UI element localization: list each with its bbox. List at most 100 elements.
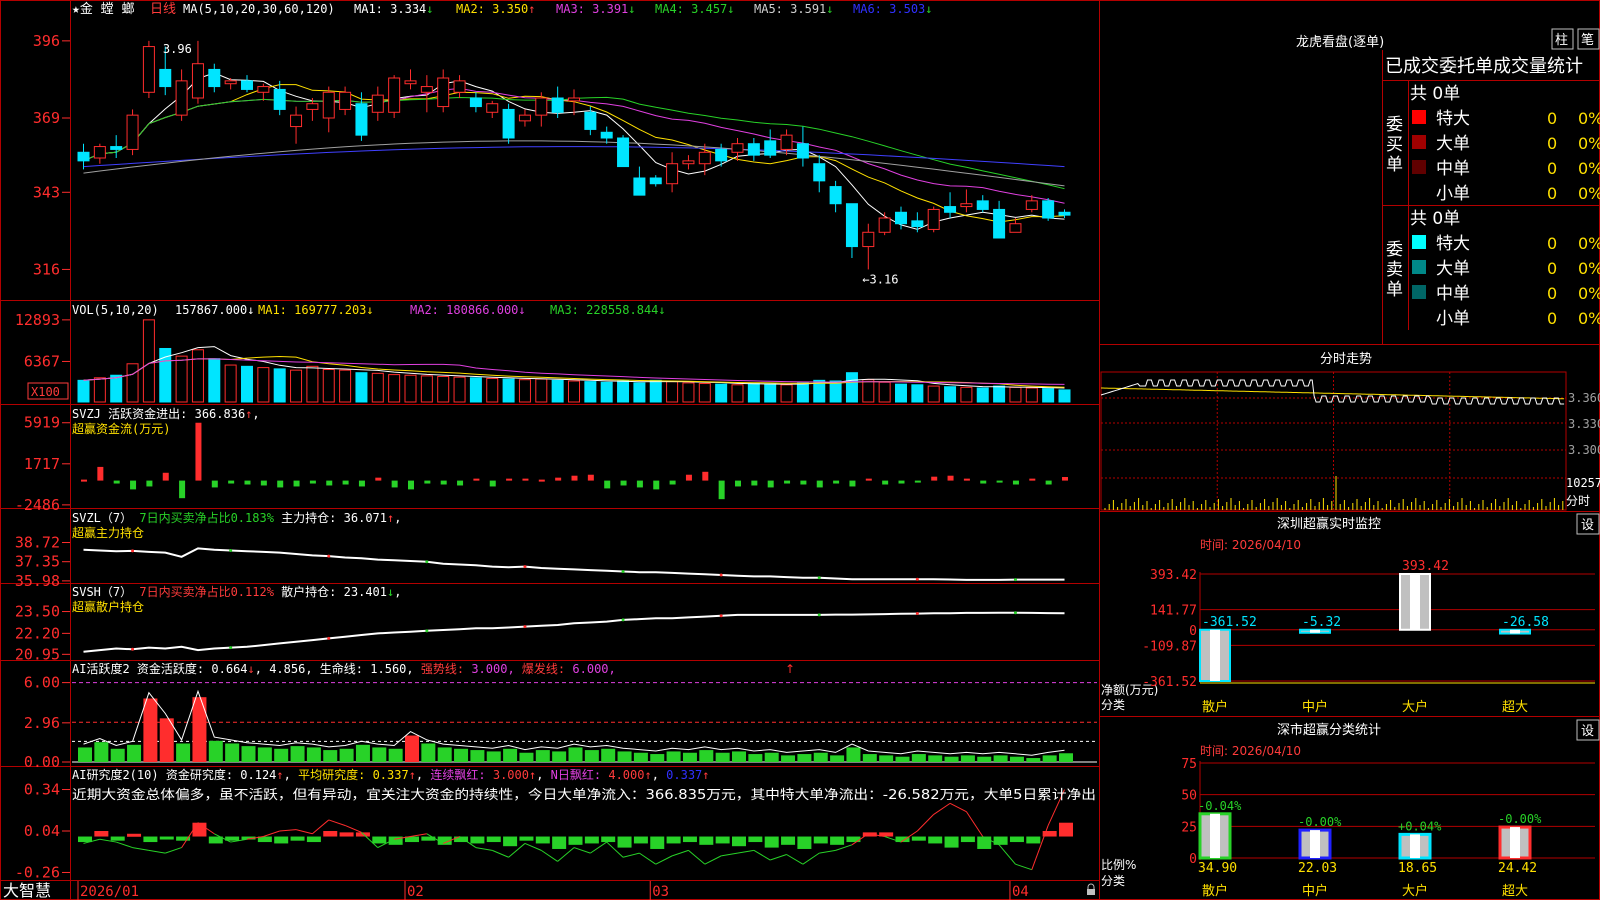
ai1-bar [633, 752, 648, 762]
ai1-bar [1042, 755, 1057, 762]
candle [126, 114, 139, 150]
volume-bar [976, 387, 989, 403]
classify-category: 超大 [1502, 884, 1528, 899]
intraday-avg-line [1101, 387, 1565, 400]
volume-bar [715, 383, 728, 403]
candle [93, 146, 106, 159]
candle [993, 208, 1006, 239]
ai2-line-seg [295, 829, 313, 835]
candle [486, 103, 499, 113]
candle [813, 163, 826, 182]
ma5-text: MA5: 3.591↓ [754, 2, 834, 16]
volume-bar [77, 379, 90, 403]
price-tick-label: 316 [33, 260, 60, 278]
volume-bar [306, 365, 319, 403]
sell-label-char: 单 [1386, 280, 1403, 300]
candle [159, 68, 172, 88]
volume-panel[interactable]: 12893 6367 [15, 311, 1071, 403]
classify-tick: 50 [1181, 789, 1197, 804]
ai1-bar [830, 755, 845, 762]
ai1-bar [274, 748, 289, 762]
svzj-bar [980, 480, 987, 484]
vol-ma1: MA1: 169777.203↓ [258, 303, 374, 317]
volume-bar [1042, 388, 1055, 403]
candle [551, 97, 564, 113]
classify-chart[interactable]: 75 50 25 0 -0.04% 34.90 散户 -0.00% 22.03 中户 +0.04% 1… [1181, 757, 1595, 899]
svzj-bar [833, 480, 840, 484]
ai2-line-seg [916, 814, 935, 832]
ai2-line-seg [557, 847, 575, 862]
ai2-bar [94, 831, 109, 837]
sell-label-char: 委 [1386, 240, 1403, 260]
svzl-dot [719, 573, 723, 577]
ai1-bar [911, 754, 926, 762]
ai2-line-seg [639, 852, 657, 865]
ma-params: MA(5,10,20,30,60,120) [183, 2, 335, 16]
ai1-bar [437, 747, 452, 762]
classify-settings-button[interactable]: 设 [1576, 719, 1600, 741]
ai1-bar [879, 755, 894, 762]
sell-row-name: 特大 [1436, 234, 1470, 254]
period-label: 日线 [150, 2, 176, 17]
ai2-bar [1009, 836, 1024, 843]
ai2-line-seg [116, 841, 133, 849]
candle [142, 46, 155, 93]
candle [878, 217, 891, 233]
ai2-line-seg [802, 852, 820, 865]
svzj-bar [653, 480, 660, 490]
ai2-bar [797, 836, 812, 849]
candle [633, 177, 646, 196]
tick-mode-button[interactable]: 笔 [1577, 28, 1600, 50]
volume-bar [862, 379, 875, 403]
svzj-bar [81, 479, 87, 482]
ma1-text: MA1: 3.334↓ [354, 2, 434, 16]
classify-value-label: 34.90 [1198, 861, 1237, 876]
ai1-tick-label: 0.00 [24, 753, 60, 771]
stock-chart-canvas[interactable]: ★金 螳 螂 日线 MA(5,10,20,30,60,120) MA1: 3.3… [0, 0, 1600, 900]
bar-mode-button[interactable]: 柱 [1551, 28, 1574, 50]
ai2-bar [339, 832, 354, 837]
ai1-bar [405, 735, 419, 762]
svzj-panel[interactable]: 5919 1717 -2486 [15, 414, 1068, 514]
lock-icon[interactable] [1087, 883, 1095, 895]
vol-title: VOL(5,10,20) [72, 303, 159, 317]
ma6-text: MA6: 3.503↓ [853, 2, 933, 16]
svzj-bar [816, 480, 823, 488]
candle [535, 97, 548, 116]
monitor-value-label: -361.52 [1202, 615, 1257, 630]
candle [1009, 223, 1022, 233]
sell-row-name: 大单 [1436, 259, 1470, 279]
candle [208, 68, 221, 88]
svzj-bar [113, 480, 120, 484]
ai-active-panel[interactable]: 6.00 2.96 0.00 ↑ [24, 662, 1097, 771]
svsh-panel[interactable]: 23.50 22.20 20.95 [15, 603, 1065, 664]
ai2-bar [764, 836, 779, 848]
ai1-bar [715, 752, 730, 762]
buy-row-pct: 0% [1578, 184, 1600, 203]
buy-row-count: 0 [1547, 159, 1557, 178]
ai2-bar [830, 836, 845, 845]
kline-panel[interactable]: 396 369 343 316 3.96 ←3.16 [33, 32, 1071, 287]
ai1-bar [813, 752, 828, 762]
intraday-panel[interactable]: 3.360 3.330 3.300 10257 分时 [1100, 371, 1600, 511]
sell-row-name: 中单 [1436, 284, 1470, 304]
svzj-bar [473, 478, 480, 481]
monitor-settings-button[interactable]: 设 [1576, 513, 1600, 535]
buy-label-char: 买 [1386, 135, 1403, 155]
monitor-chart[interactable]: 393.42 141.77 0-109.87 -361.52 -361.52 散户 -5.3… [1142, 559, 1595, 715]
classify-value-label: 24.42 [1498, 861, 1537, 876]
candle [568, 97, 580, 102]
sell-swatch [1412, 235, 1426, 249]
svsh-dot [719, 614, 723, 618]
buy-row-pct: 0% [1578, 134, 1600, 153]
volume-bar [290, 369, 303, 403]
svzl-dot [1013, 578, 1017, 582]
svzl-panel[interactable]: 38.7237.3535.98 [15, 534, 1065, 590]
intraday-vol-label: 10257 [1566, 476, 1600, 490]
ai2-bar [143, 836, 158, 843]
svzj-bar [146, 480, 153, 487]
ai2-line-seg [949, 802, 967, 813]
candle [224, 80, 237, 85]
volume-bar [1009, 386, 1022, 403]
classify-bar-shine [1510, 827, 1520, 858]
